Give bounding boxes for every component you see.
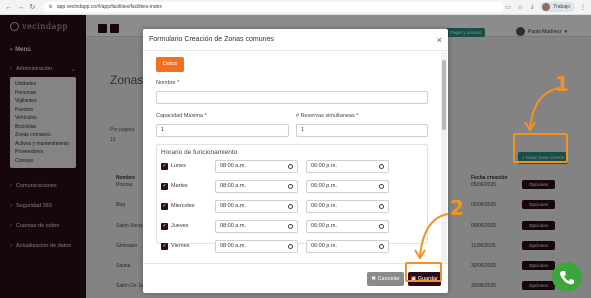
- profile-button[interactable]: Trabajo: [540, 2, 575, 12]
- open-time-field[interactable]: 08:00 a.m.: [215, 180, 298, 193]
- more-menu-icon[interactable]: ⋮: [579, 3, 587, 11]
- day-checkbox[interactable]: ✓: [161, 203, 168, 210]
- clock-icon: [379, 224, 384, 229]
- schedule-title: Horario de funcionamiento: [161, 149, 238, 156]
- close-time-value: 06:00 p.m.: [311, 243, 337, 249]
- profile-label: Trabajo: [553, 4, 570, 10]
- modal-header: Formulario Creación de Zonas comunes ×: [143, 29, 448, 51]
- clock-icon: [379, 164, 384, 169]
- reservations-label: # Reservas simultaneas *: [296, 113, 359, 119]
- clock-icon: [379, 184, 384, 189]
- close-time-field[interactable]: 06:00 p.m.: [306, 240, 389, 253]
- back-icon[interactable]: ←: [4, 2, 14, 12]
- site-info-icon[interactable]: ⚙: [48, 4, 52, 10]
- scrollbar-thumb[interactable]: [442, 60, 446, 130]
- day-name: Miercoles: [171, 203, 195, 209]
- close-time-value: 06:00 p.m.: [311, 163, 337, 169]
- open-time-field[interactable]: 08:00 a.m.: [215, 200, 298, 213]
- name-label: Nombre *: [156, 80, 180, 86]
- modal-footer: ✖ Cancelar ▣ Guardar: [143, 263, 448, 293]
- whatsapp-button[interactable]: [552, 262, 582, 292]
- cancel-label: Cancelar: [377, 276, 400, 282]
- clock-icon: [288, 184, 293, 189]
- clock-icon: [379, 244, 384, 249]
- clock-icon: [288, 164, 293, 169]
- day-checkbox[interactable]: ✓: [161, 243, 168, 250]
- day-checkbox[interactable]: ✓: [161, 183, 168, 190]
- close-time-field[interactable]: 06:00 p.m.: [306, 160, 389, 173]
- highlight-save-button: [405, 262, 442, 282]
- clock-icon: [288, 204, 293, 209]
- step-2-number: 2: [450, 196, 464, 220]
- highlight-create-button: [513, 133, 568, 163]
- step-1-number: 1: [555, 72, 569, 96]
- close-icon[interactable]: ×: [437, 35, 442, 45]
- profile-avatar: [542, 3, 551, 11]
- arrow-2-icon: [414, 213, 449, 260]
- name-field[interactable]: [156, 91, 428, 104]
- forward-icon[interactable]: →: [16, 2, 26, 12]
- reload-icon[interactable]: ↻: [28, 2, 38, 12]
- day-name: Martes: [171, 183, 188, 189]
- day-checkbox[interactable]: ✓: [161, 163, 168, 170]
- day-row-martes: ✓ Martes 08:00 a.m. 06:00 p.m.: [159, 180, 419, 193]
- day-row-viernes: ✓ Viernes 08:00 a.m. 06:00 p.m.: [159, 240, 419, 253]
- downloads-icon[interactable]: ⤓: [528, 3, 536, 11]
- url-text: app.vecindapp.co/#/app/facilities/facili…: [56, 4, 162, 10]
- open-time-value: 08:00 a.m.: [220, 223, 246, 229]
- clock-icon: [288, 244, 293, 249]
- close-icon: ✖: [371, 276, 377, 282]
- reservations-field[interactable]: 1: [296, 124, 428, 137]
- open-time-value: 08:00 a.m.: [220, 203, 246, 209]
- phone-icon: [560, 271, 574, 285]
- close-time-field[interactable]: 06:00 p.m.: [306, 180, 389, 193]
- open-time-field[interactable]: 08:00 a.m.: [215, 240, 298, 253]
- cancel-button[interactable]: ✖ Cancelar: [367, 272, 404, 286]
- day-name: Viernes: [171, 243, 190, 249]
- day-row-miercoles: ✓ Miercoles 08:00 a.m. 06:00 p.m.: [159, 200, 419, 213]
- open-time-field[interactable]: 08:00 a.m.: [215, 160, 298, 173]
- clock-icon: [288, 224, 293, 229]
- close-time-field[interactable]: 06:00 p.m.: [306, 220, 389, 233]
- create-zone-modal: Formulario Creación de Zonas comunes × D…: [143, 29, 448, 293]
- day-row-lunes: ✓ Lunes 08:00 a.m. 06:00 p.m.: [159, 160, 419, 173]
- close-time-value: 06:00 p.m.: [311, 223, 337, 229]
- day-row-jueves: ✓ Jueves 08:00 a.m. 06:00 p.m.: [159, 220, 419, 233]
- browser-toolbar: ← → ↻ ⚙ app.vecindapp.co/#/app/facilitie…: [0, 0, 591, 15]
- close-time-value: 06:00 p.m.: [311, 183, 337, 189]
- capacity-field[interactable]: 1: [156, 124, 289, 137]
- close-time-field[interactable]: 06:00 p.m.: [306, 200, 389, 213]
- day-name: Jueves: [171, 223, 189, 229]
- open-time-value: 08:00 a.m.: [220, 163, 246, 169]
- open-time-value: 08:00 a.m.: [220, 243, 246, 249]
- install-icon[interactable]: ▭: [504, 3, 512, 11]
- day-checkbox[interactable]: ✓: [161, 223, 168, 230]
- clock-icon: [379, 204, 384, 209]
- tab-datos[interactable]: Datos: [156, 57, 184, 72]
- modal-title: Formulario Creación de Zonas comunes: [149, 36, 274, 43]
- address-bar[interactable]: ⚙ app.vecindapp.co/#/app/facilities/faci…: [43, 2, 505, 12]
- close-time-value: 06:00 p.m.: [311, 203, 337, 209]
- modal-body: Datos Nombre * Capacidad Máxima * 1 # Re…: [143, 52, 443, 262]
- day-name: Lunes: [171, 163, 186, 169]
- capacity-label: Capacidad Máxima *: [156, 113, 207, 119]
- bookmark-star-icon[interactable]: ☆: [516, 3, 524, 11]
- open-time-value: 08:00 a.m.: [220, 183, 246, 189]
- open-time-field[interactable]: 08:00 a.m.: [215, 220, 298, 233]
